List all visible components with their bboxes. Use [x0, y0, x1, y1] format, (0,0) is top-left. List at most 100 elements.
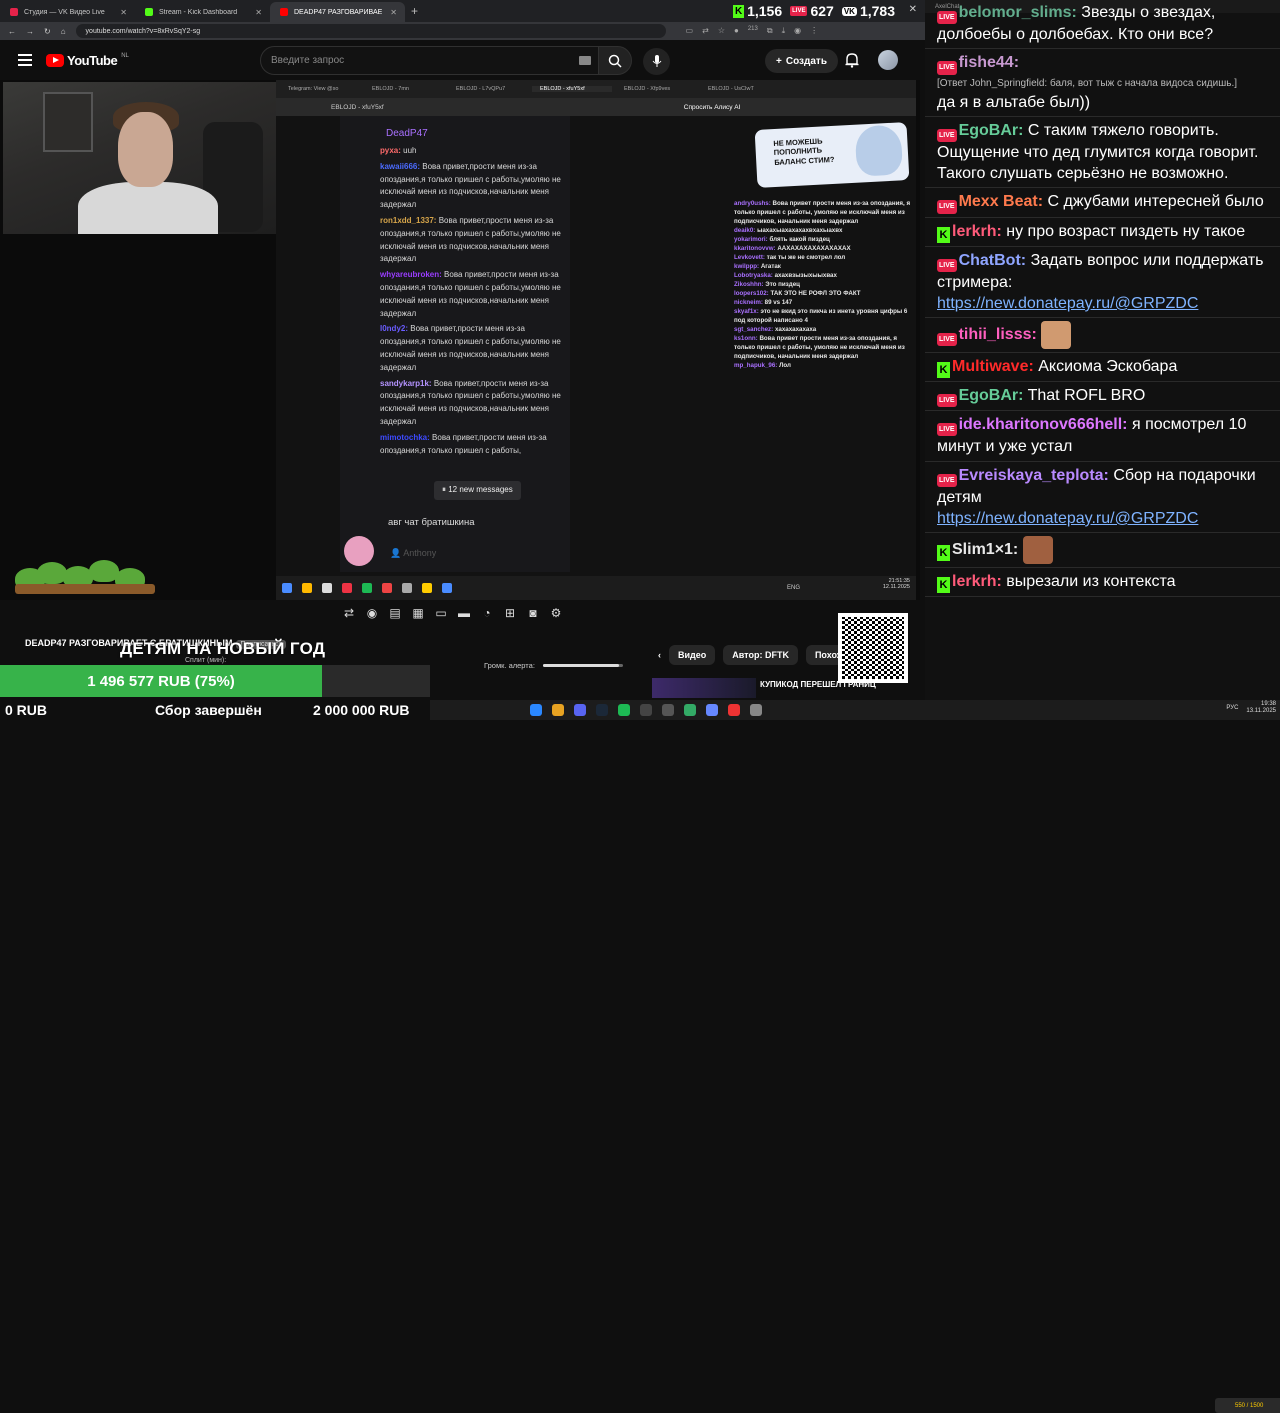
kick-icon: K	[733, 4, 745, 18]
back-icon[interactable]: ←	[8, 27, 16, 36]
overlay-chat-text: так ты же не смотрел лол	[766, 253, 846, 261]
menu-icon[interactable]: ⋮	[810, 26, 818, 36]
screen-share: Telegram: View @so EBLOJD - 7mn EBLOJD -…	[276, 80, 916, 600]
close-icon[interactable]: ✕	[390, 8, 397, 17]
donation-link[interactable]: https://new.donatepay.ru/@GRPZDC	[937, 510, 1198, 527]
search-input[interactable]: Введите запрос	[260, 46, 600, 75]
vk-live-icon: LIVE	[937, 258, 957, 272]
download-icon[interactable]: ⤓	[782, 26, 786, 36]
keyboard-icon[interactable]	[579, 56, 591, 65]
vk-live-icon: LIVE	[937, 11, 957, 25]
app-icon[interactable]	[750, 704, 762, 716]
close-icon[interactable]: ✕	[120, 8, 127, 17]
overlay-chat-text: Вова привет прости меня из-за опоздания,…	[734, 334, 905, 360]
related-video-title[interactable]: КУПИКОД ПЕРЕШЕЛ ГРАНИЦ	[760, 680, 876, 689]
alert-volume-slider[interactable]	[542, 664, 623, 667]
vk-live-icon: LIVE	[937, 200, 957, 214]
close-window-icon[interactable]: ✕	[909, 4, 917, 15]
overlay-chat-message: sgt_sanchez: хахахахахаха	[734, 326, 916, 335]
overlay-chat-message: Levkovett: так ты же не смотрел лол	[734, 254, 916, 263]
vk-live-icon	[10, 8, 18, 16]
app-icon[interactable]	[728, 704, 740, 716]
create-button[interactable]: + Создать	[765, 49, 838, 73]
forward-icon[interactable]: →	[26, 27, 34, 36]
meny-party-bar: 550 / 1500	[1215, 1398, 1280, 1413]
hamburger-menu-icon[interactable]	[18, 54, 32, 66]
obs-icon[interactable]	[640, 704, 652, 716]
youtube-header: YouTube NL Введите запрос + Создать	[0, 40, 925, 80]
settings-gear-icon[interactable]: ⚙	[549, 606, 563, 620]
vk-live-icon: LIVE	[790, 6, 808, 16]
steam-icon[interactable]	[596, 704, 608, 716]
chip-author[interactable]: Автор: DFTK	[723, 645, 798, 665]
cast-icon[interactable]: ▭	[686, 26, 694, 36]
app-icon[interactable]	[662, 704, 674, 716]
subtitles-icon[interactable]: ▤	[388, 606, 402, 620]
add-icon[interactable]: ⊞	[503, 606, 517, 620]
app-icon[interactable]	[706, 704, 718, 716]
overlay-chat-message: nickneim: 89 vs 147	[734, 299, 916, 308]
chat-text: да я в альтабе был))	[937, 93, 1091, 111]
overlay-chat-message: andry0ushs: Вова привет прости меня из-з…	[734, 200, 916, 227]
bookmark-star-icon[interactable]: ☆	[718, 26, 725, 36]
screenshot-icon[interactable]: ◙	[526, 606, 540, 620]
app-icon[interactable]	[684, 704, 696, 716]
related-video-thumbnail[interactable]	[652, 678, 756, 698]
audio-icon[interactable]: ◉	[365, 606, 379, 620]
overlay-chat-text: ыахахыахахахахвхахыахвх	[757, 226, 843, 234]
overlay-chat-username: Levkovett:	[734, 253, 765, 261]
twitch-chat-message: sandykarp1k: Вова привет,прости меня из-…	[380, 378, 562, 429]
avatar[interactable]	[878, 50, 898, 70]
search-button[interactable]	[598, 46, 632, 75]
home-icon[interactable]: ⌂	[61, 27, 66, 36]
chat-username: whyareubroken:	[380, 270, 442, 280]
system-clock[interactable]: 19:38 13.11.2025	[1246, 701, 1276, 715]
new-messages-pill: ⏸ 12 new messages	[434, 481, 521, 500]
chat-nickname: Evreiskaya_teplota:	[958, 466, 1109, 484]
discord-icon[interactable]	[574, 704, 586, 716]
reload-icon[interactable]: ↻	[44, 27, 51, 36]
overlay-chat-message: Lobotryaska: ахахвзызыхыыхвах	[734, 272, 916, 281]
spotify-icon[interactable]	[618, 704, 630, 716]
inner-lang: ENG	[787, 585, 801, 591]
translate-icon[interactable]: ⇄	[702, 26, 709, 36]
chat-username: mimotochka:	[380, 432, 430, 442]
youtube-play-icon	[46, 53, 64, 67]
language-indicator[interactable]: РУС	[1226, 705, 1238, 711]
voice-search-button[interactable]	[643, 48, 670, 75]
tab-title: Stream - Kick Dashboard	[159, 8, 238, 16]
donation-link[interactable]: https://new.donatepay.ru/@GRPZDC	[937, 295, 1198, 312]
kick-icon: K	[937, 226, 950, 243]
vk-live-icon: LIVE	[937, 394, 957, 408]
tab-kick-dashboard[interactable]: Stream - Kick Dashboard ✕	[135, 2, 270, 22]
extension-icon[interactable]: ●	[734, 26, 739, 36]
windows-start-icon[interactable]	[530, 704, 542, 716]
vk-live-icon: LIVE	[937, 61, 957, 75]
video-player[interactable]: Telegram: View @so EBLOJD - 7mn EBLOJD -…	[0, 80, 920, 600]
chrome-icon[interactable]	[552, 704, 564, 716]
puzzle-icon[interactable]: ⧉	[767, 26, 773, 36]
miniplayer-icon[interactable]: ▬	[457, 606, 471, 620]
donation-goal-title: ДЕТЯМ НА НОВЫЙ ГОД	[120, 639, 326, 658]
notifications-bell-icon[interactable]	[845, 52, 859, 68]
overlay-chat-text: Это пиздец	[765, 280, 800, 288]
speed-icon[interactable]: ◔	[480, 606, 494, 620]
loop-icon[interactable]: ⇄	[342, 606, 356, 620]
chat-message: LIVE fishe44: [Ответ John_Springfield: ба…	[925, 49, 1280, 117]
profile-icon[interactable]: ◉	[794, 26, 801, 36]
overlay-chat-message: deaik0: ыахахыахахахахвхахыахвх	[734, 227, 916, 236]
url-field[interactable]: youtube.com/watch?v=8xRvSqY2-sg	[75, 24, 666, 38]
tab-vk-studio[interactable]: Студия — VK Видео Live ✕	[0, 2, 135, 22]
chip-video[interactable]: Видео	[669, 645, 716, 665]
new-tab-button[interactable]: +	[411, 4, 418, 18]
chip-prev-icon[interactable]: ‹	[658, 650, 661, 660]
youtube-logo[interactable]: YouTube NL	[46, 53, 129, 68]
tab-youtube-video[interactable]: DEADP47 РАЗГОВАРИВАЕ ✕	[270, 2, 405, 22]
overlay-chat-username: Zikoshhn:	[734, 280, 764, 288]
overlay-chat: andry0ushs: Вова привет прости меня из-з…	[734, 200, 916, 371]
clip-icon[interactable]: ▦	[411, 606, 425, 620]
theater-icon[interactable]: ▭	[434, 606, 448, 620]
close-icon[interactable]: ✕	[255, 8, 262, 17]
overlay-chat-message: mp_hapuk_96: Лол	[734, 362, 916, 371]
chat-panel: AxelChat LIVE belomor_slims: Звезды о зве…	[925, 0, 1280, 700]
